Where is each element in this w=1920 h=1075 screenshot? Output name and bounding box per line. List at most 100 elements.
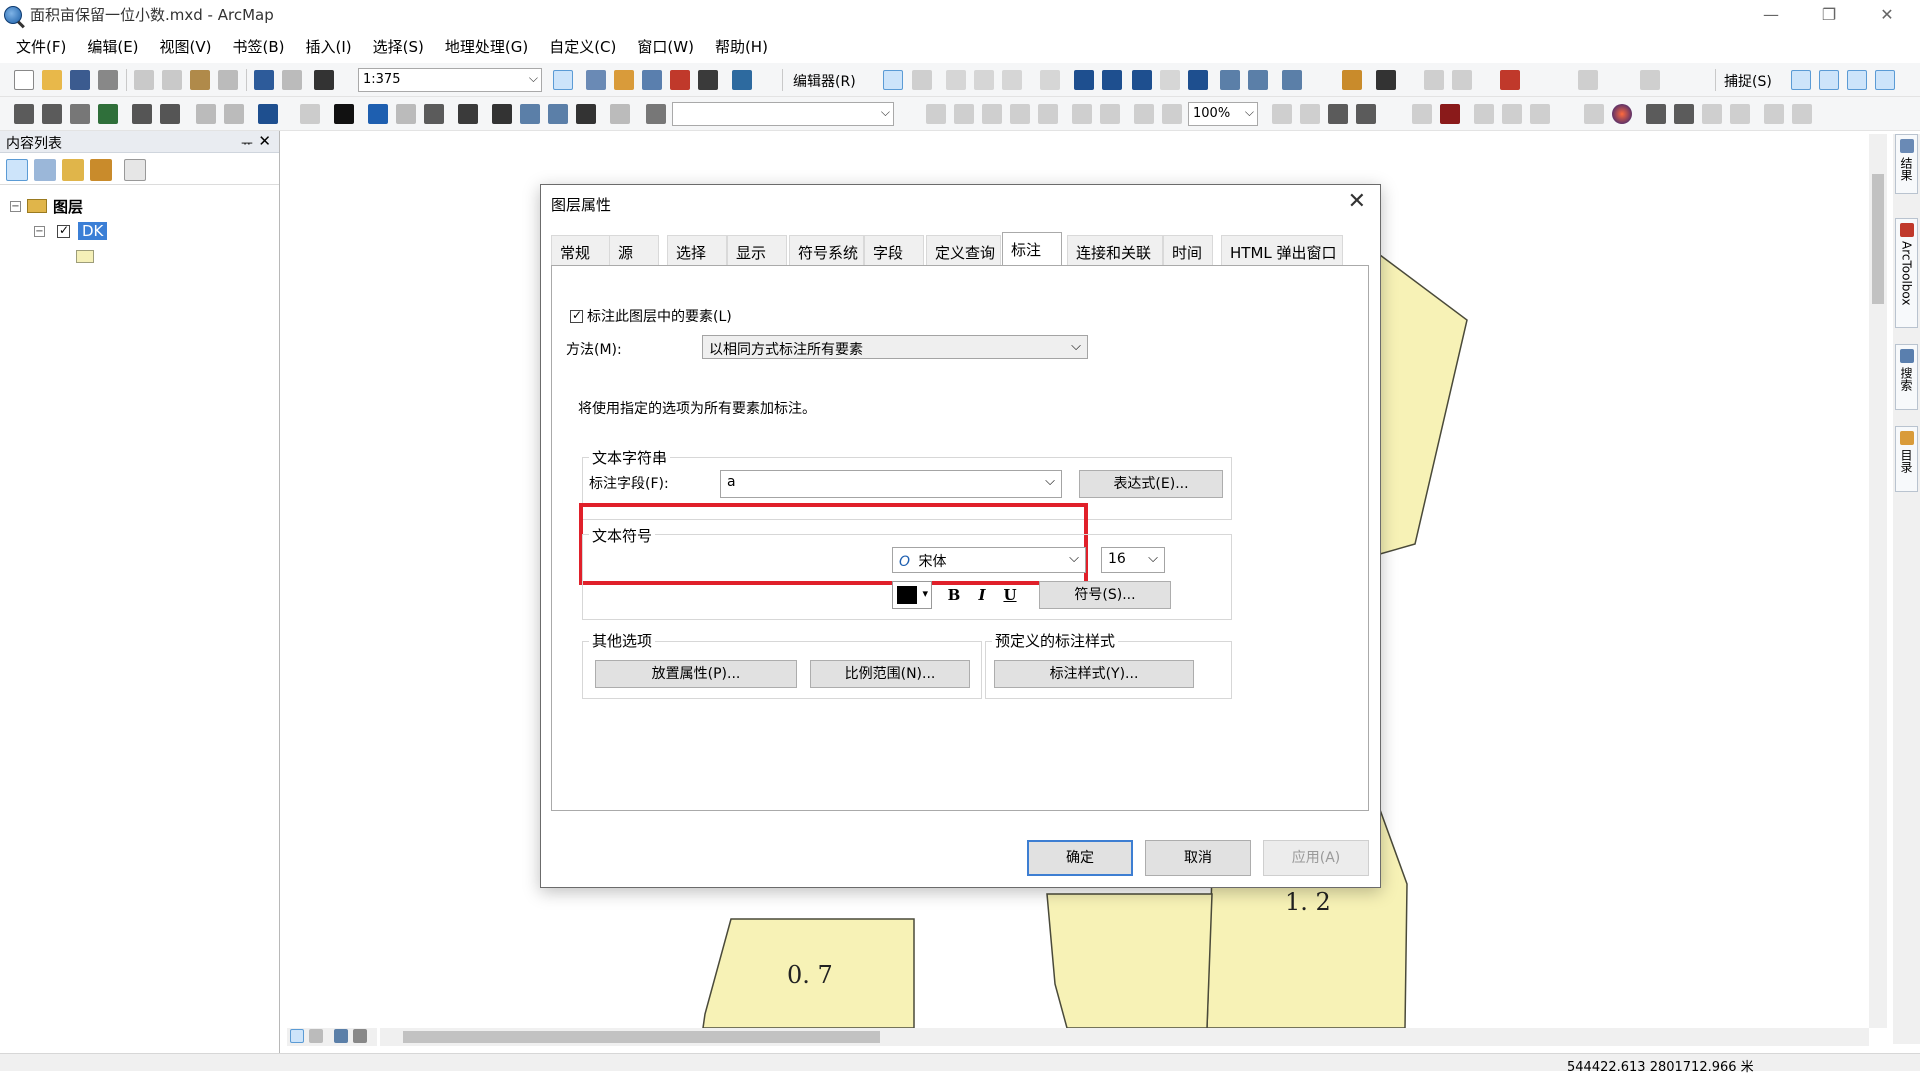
edit-tool-icon[interactable] <box>883 70 903 90</box>
arctoolbox-icon[interactable] <box>670 70 690 90</box>
table-grid-icon[interactable] <box>1730 104 1750 124</box>
method-dropdown[interactable]: 以相同方式标注所有要素 ⌵ <box>702 335 1088 359</box>
fixed-layout-zoom-out-icon[interactable] <box>1100 104 1120 124</box>
scroll-thumb[interactable] <box>403 1031 880 1043</box>
apply-button[interactable]: 应用(A) <box>1263 840 1369 876</box>
label-field-dropdown[interactable]: a ⌵ <box>720 470 1062 498</box>
new-document-icon[interactable] <box>14 70 34 90</box>
dimension-icon[interactable] <box>1412 104 1432 124</box>
font-name-dropdown[interactable]: O 宋体 ⌵ <box>892 547 1086 573</box>
close-window-button[interactable]: ✕ <box>1864 0 1910 29</box>
tab-html-popup[interactable]: HTML 弹出窗口 <box>1221 235 1343 265</box>
zoom-out-icon[interactable] <box>42 104 62 124</box>
menu-selection[interactable]: 选择(S) <box>365 36 432 57</box>
fixed-zoom-in-icon[interactable] <box>132 104 152 124</box>
search-dock-tab[interactable]: 搜索 <box>1895 344 1918 410</box>
georeferencing-icon[interactable] <box>1342 70 1362 90</box>
find-route-icon[interactable] <box>520 104 540 124</box>
globe-icon[interactable] <box>1612 104 1632 124</box>
tab-labels[interactable]: 标注 <box>1002 232 1062 266</box>
redo-icon[interactable] <box>282 70 302 90</box>
menu-edit[interactable]: 编辑(E) <box>79 36 146 57</box>
menu-windows[interactable]: 窗口(W) <box>629 36 702 57</box>
list-by-drawing-order-icon[interactable] <box>6 159 28 181</box>
symbol-button[interactable]: 符号(S)... <box>1039 581 1171 609</box>
distribute-icon[interactable] <box>1530 104 1550 124</box>
menu-insert[interactable]: 插入(I) <box>298 36 360 57</box>
menu-geoprocessing[interactable]: 地理处理(G) <box>437 36 536 57</box>
edit-annotation-icon[interactable] <box>912 70 932 90</box>
hyperlink-icon[interactable] <box>396 104 416 124</box>
scroll-thumb[interactable] <box>1872 174 1884 304</box>
italic-button[interactable]: I <box>971 583 993 607</box>
go-to-xy-icon[interactable] <box>548 104 568 124</box>
zoom-in-icon[interactable] <box>14 104 34 124</box>
create-features-icon[interactable] <box>1282 70 1302 90</box>
collapse-icon[interactable]: − <box>34 225 45 237</box>
clear-selection-icon[interactable] <box>300 104 320 124</box>
map-vertical-scrollbar[interactable] <box>1869 134 1887 1028</box>
straight-segment-icon[interactable] <box>946 70 966 90</box>
create-viewer-icon[interactable] <box>610 104 630 124</box>
zoom-whole-page-icon[interactable] <box>1010 104 1030 124</box>
layout-pan-icon[interactable] <box>982 104 1002 124</box>
editor-toolbar-icon[interactable] <box>553 70 573 90</box>
find-icon[interactable] <box>492 104 512 124</box>
edit-tool-2-icon[interactable] <box>1584 104 1604 124</box>
pin-icon[interactable]: ᅲ <box>241 133 253 152</box>
data-driven-pages-icon[interactable] <box>1356 104 1376 124</box>
dialog-close-icon[interactable]: ✕ <box>1348 189 1366 214</box>
zoom-100-icon[interactable] <box>1038 104 1058 124</box>
layout-zoom-out-icon[interactable] <box>954 104 974 124</box>
scale-range-button[interactable]: 比例范围(N)... <box>810 660 970 688</box>
fixed-zoom-out-icon[interactable] <box>160 104 180 124</box>
menu-customize[interactable]: 自定义(C) <box>541 36 624 57</box>
network-icon[interactable] <box>1500 70 1520 90</box>
map-horizontal-scrollbar[interactable] <box>380 1028 1869 1046</box>
minimize-button[interactable]: — <box>1748 0 1794 29</box>
search-window-icon[interactable] <box>642 70 662 90</box>
time-slider-icon[interactable] <box>576 104 596 124</box>
change-layout-icon[interactable] <box>1328 104 1348 124</box>
tab-definition-query[interactable]: 定义查询 <box>926 235 1001 265</box>
save-icon[interactable] <box>70 70 90 90</box>
tab-joins-relates[interactable]: 连接和关联 <box>1067 235 1163 265</box>
refresh-view-icon[interactable] <box>334 1029 348 1043</box>
grid-icon[interactable] <box>1702 104 1722 124</box>
parcel-polygon[interactable] <box>1379 253 1468 555</box>
tab-fields[interactable]: 字段 <box>864 235 924 265</box>
cancel-button[interactable]: 取消 <box>1145 840 1251 876</box>
ok-button[interactable]: 确定 <box>1027 840 1133 876</box>
layer-effects-icon[interactable] <box>1764 104 1784 124</box>
layout-drawing-icon[interactable] <box>646 104 666 124</box>
forward-icon[interactable] <box>224 104 244 124</box>
layout-view-icon[interactable] <box>309 1029 323 1043</box>
select-features-icon[interactable] <box>258 104 278 124</box>
end-snapping-icon[interactable] <box>1819 70 1839 90</box>
paste-icon[interactable] <box>190 70 210 90</box>
toc-options-icon[interactable] <box>124 159 146 181</box>
measure-icon[interactable] <box>458 104 478 124</box>
layer-row-dk[interactable]: − DK <box>34 220 108 242</box>
parcel-polygon[interactable] <box>1046 893 1213 1028</box>
edit-vertices-icon[interactable] <box>1074 70 1094 90</box>
toggle-draft-icon[interactable] <box>1272 104 1292 124</box>
rotate-icon[interactable] <box>1188 70 1208 90</box>
catalog-dock-tab[interactable]: 目录 <box>1895 426 1918 492</box>
pause-drawing-icon[interactable] <box>353 1029 367 1043</box>
tab-display[interactable]: 显示 <box>727 235 787 265</box>
editor-menu[interactable]: 编辑器(R) <box>793 71 856 91</box>
layer-combo[interactable]: ⌵ <box>672 102 894 126</box>
focus-data-frame-icon[interactable] <box>1300 104 1320 124</box>
tree-root-row[interactable]: − 图层 <box>10 195 83 217</box>
trace-icon[interactable] <box>1002 70 1022 90</box>
collapse-icon[interactable]: − <box>10 200 21 212</box>
next-extent-icon[interactable] <box>1162 104 1182 124</box>
toc-close-icon[interactable]: ✕ <box>258 132 271 150</box>
label-features-row[interactable]: 标注此图层中的要素(L) <box>570 306 732 326</box>
advanced-edit-icon[interactable] <box>1578 70 1598 90</box>
refresh-icon[interactable] <box>1674 104 1694 124</box>
menu-help[interactable]: 帮助(H) <box>707 36 776 57</box>
menu-file[interactable]: 文件(F) <box>8 36 74 57</box>
endpoint-arc-icon[interactable] <box>974 70 994 90</box>
